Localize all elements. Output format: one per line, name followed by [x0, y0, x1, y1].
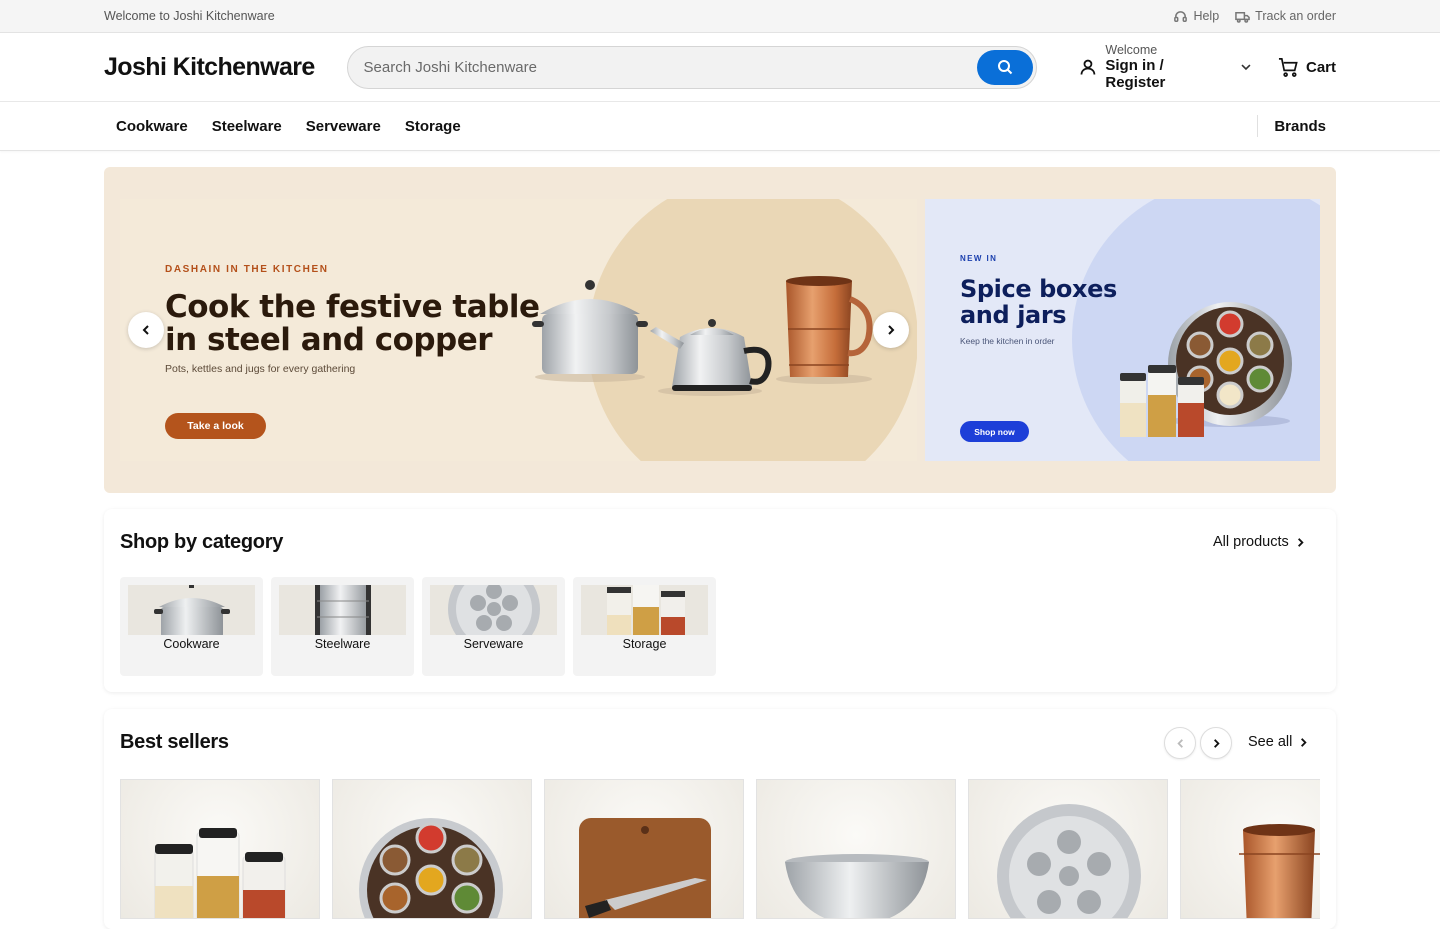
chevron-right-icon: [1213, 738, 1220, 748]
hero-eyebrow: DASHAIN IN THE KITCHEN: [165, 264, 329, 275]
chevron-left-icon: [142, 325, 149, 335]
tiffin-icon: [315, 585, 371, 635]
hero-slide-main[interactable]: DASHAIN IN THE KITCHEN Cook the festive …: [120, 199, 917, 461]
account-text: Welcome Sign in / Register: [1105, 43, 1227, 92]
hero-carousel: DASHAIN IN THE KITCHEN Cook the festive …: [104, 167, 1336, 493]
pot-icon: [154, 585, 230, 635]
sign-in-register: Sign in / Register: [1105, 56, 1166, 92]
account-welcome: Welcome: [1105, 42, 1158, 57]
category-tile-serveware[interactable]: Serveware: [422, 577, 565, 676]
track-order-label: Track an order: [1255, 9, 1336, 23]
all-products-label: All products: [1213, 534, 1289, 550]
category-tiles: Cookware Steelware Serveware Storage: [120, 577, 716, 676]
spice-box-image: [359, 818, 503, 918]
product-card-chopping-board[interactable]: [544, 779, 744, 919]
cart-icon: [1278, 57, 1298, 77]
chevron-right-icon: [888, 325, 895, 335]
chevron-right-icon: [1301, 737, 1307, 747]
truck-icon: [1235, 11, 1250, 23]
search-button[interactable]: [976, 49, 1033, 85]
category-label-storage: Storage: [622, 637, 667, 651]
category-label-cookware: Cookware: [163, 637, 220, 651]
hero-subtitle: Pots, kettles and jugs for every gatheri…: [165, 363, 356, 375]
utility-links: Help Track an order: [1173, 9, 1336, 24]
copper-jug-image: [1239, 824, 1320, 918]
category-section-title: Shop by category: [120, 531, 284, 553]
bestsellers-arrows: [1164, 727, 1232, 759]
side-cta-button[interactable]: Shop now: [960, 421, 1029, 442]
hero-title: Cook the festive table in steel and copp…: [165, 289, 540, 358]
site-header: Joshi Kitchenware Welcome Sign in / Regi…: [0, 33, 1440, 102]
bestsellers-prev-button[interactable]: [1164, 727, 1196, 759]
user-icon: [1080, 59, 1095, 75]
category-image-steelware: [279, 585, 406, 635]
product-card-spice-box[interactable]: [332, 779, 532, 919]
see-all-label: See all: [1248, 734, 1293, 750]
chevron-down-icon: [1241, 64, 1251, 71]
site-logo[interactable]: Joshi Kitchenware: [104, 53, 347, 82]
side-eyebrow: NEW IN: [960, 254, 998, 263]
chevron-right-icon: [1297, 537, 1304, 547]
bestsellers-title: Best sellers: [120, 731, 229, 753]
help-link[interactable]: Help: [1173, 9, 1219, 24]
thali-image: [997, 804, 1141, 918]
product-card-jars[interactable]: [120, 779, 320, 919]
cart-button[interactable]: Cart: [1278, 57, 1336, 78]
spice-jars-image: [154, 828, 286, 918]
bestsellers-section: Best sellers See all: [104, 709, 1336, 929]
search-icon: [997, 60, 1012, 75]
category-image-serveware: [430, 585, 557, 635]
all-products-link[interactable]: All products: [1213, 534, 1306, 550]
nav-items: Cookware Steelware Serveware Storage: [104, 118, 1257, 135]
carousel-next-button[interactable]: [873, 312, 909, 348]
account-menu[interactable]: Welcome Sign in / Register: [1079, 43, 1252, 92]
search-bar: [346, 45, 1037, 89]
carousel-prev-button[interactable]: [128, 312, 164, 348]
side-title: Spice boxes and jars: [960, 275, 1117, 329]
bestsellers-carousel: [120, 779, 1320, 919]
chopping-board-image: [579, 818, 711, 918]
category-tile-cookware[interactable]: Cookware: [120, 577, 263, 676]
category-image-cookware: [128, 585, 255, 635]
help-label: Help: [1193, 9, 1220, 23]
search-input[interactable]: [363, 58, 977, 76]
main-nav: Cookware Steelware Serveware Storage Bra…: [0, 102, 1440, 151]
steel-bowl-image: [785, 854, 929, 918]
hero-cta-button[interactable]: Take a look: [165, 413, 266, 439]
chevron-left-icon: [1176, 738, 1183, 748]
hero-slide-side[interactable]: NEW IN Spice boxes and jars Keep the kit…: [925, 199, 1320, 461]
welcome-message: Welcome to Joshi Kitchenware: [104, 9, 275, 23]
product-card-thali[interactable]: [968, 779, 1168, 919]
product-card-copper-jug[interactable]: [1180, 779, 1320, 919]
category-image-storage: [581, 585, 708, 635]
nav-item-cookware[interactable]: Cookware: [104, 118, 200, 135]
see-all-link[interactable]: See all: [1248, 734, 1309, 750]
product-card-bowl[interactable]: [756, 779, 956, 919]
category-label-steelware: Steelware: [314, 637, 371, 651]
bestsellers-next-button[interactable]: [1200, 727, 1232, 759]
nav-item-serveware[interactable]: Serveware: [294, 118, 393, 135]
jars-icon: [607, 585, 685, 635]
plate-icon: [448, 585, 540, 635]
category-label-serveware: Serveware: [463, 637, 524, 651]
track-order-link[interactable]: Track an order: [1235, 9, 1336, 24]
cookware-illustration: [532, 276, 873, 396]
category-tile-storage[interactable]: Storage: [573, 577, 716, 676]
category-section: Shop by category All products Cookware S…: [104, 509, 1336, 692]
category-tile-steelware[interactable]: Steelware: [271, 577, 414, 676]
utility-bar: Welcome to Joshi Kitchenware Help Track …: [0, 0, 1440, 33]
cart-label: Cart: [1305, 58, 1336, 76]
nav-item-brands[interactable]: Brands: [1257, 115, 1336, 137]
nav-item-storage[interactable]: Storage: [393, 118, 473, 135]
side-subtitle: Keep the kitchen in order: [960, 336, 1055, 346]
nav-item-steelware[interactable]: Steelware: [200, 118, 294, 135]
headset-icon: [1174, 10, 1188, 22]
